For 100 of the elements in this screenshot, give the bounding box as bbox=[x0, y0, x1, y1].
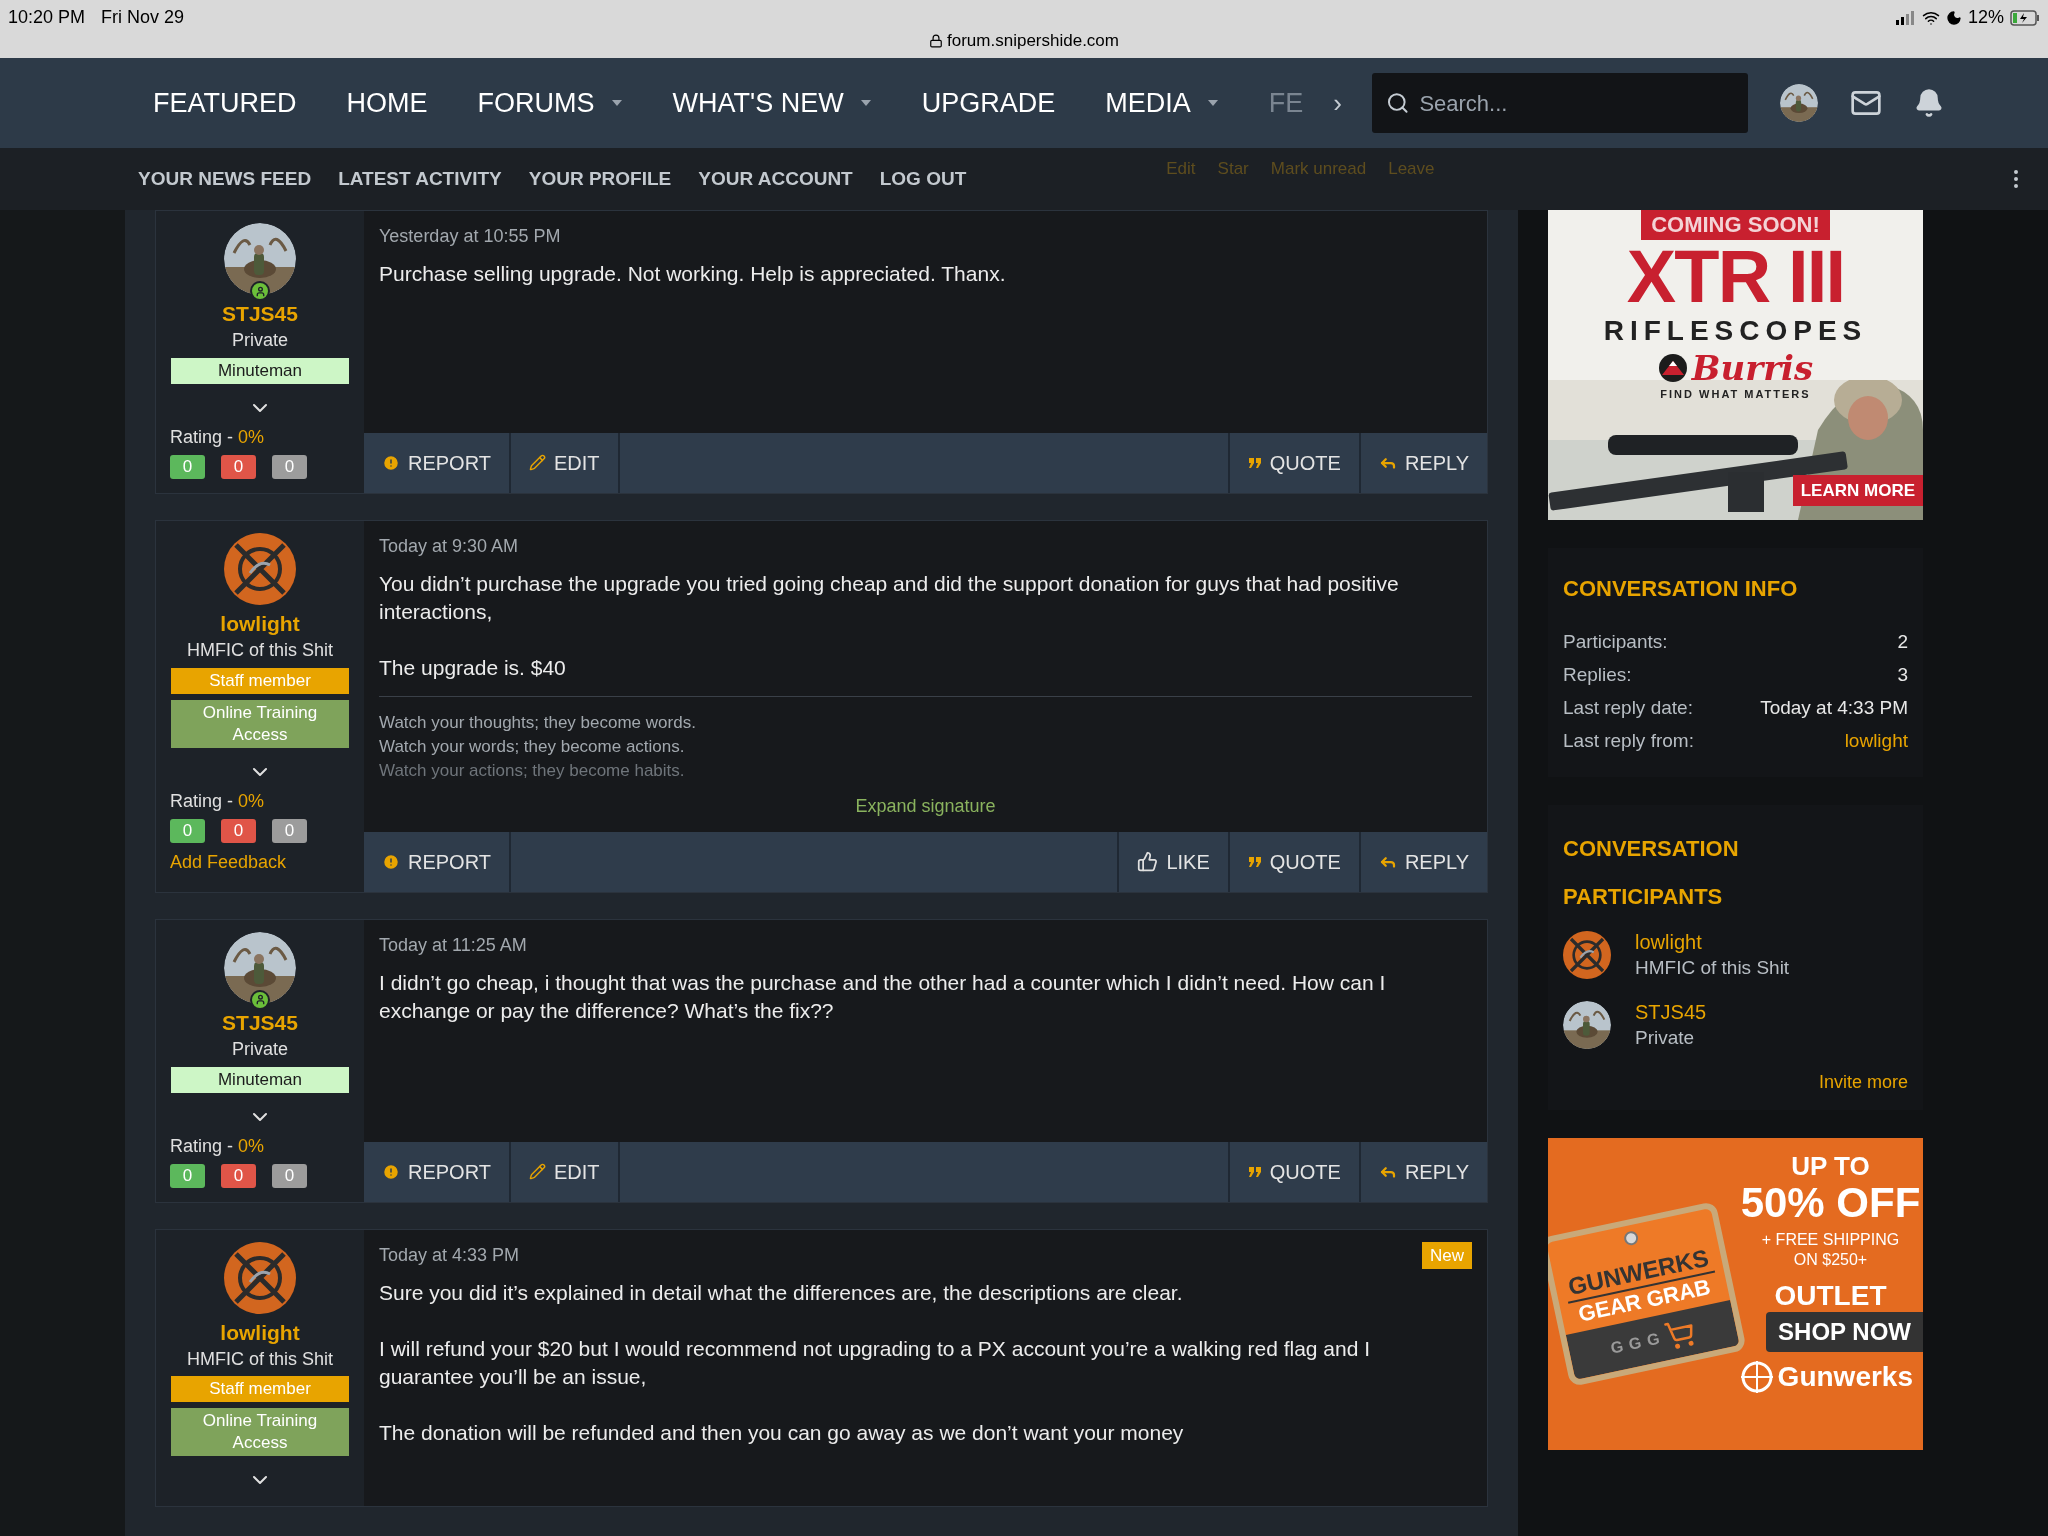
tag-letter: G bbox=[1608, 1336, 1626, 1359]
search-field[interactable]: Search... bbox=[1419, 86, 1734, 120]
feedback-count: 0 bbox=[170, 818, 205, 843]
feedback-count: 0 bbox=[272, 454, 307, 479]
invite-more-link[interactable]: Invite more bbox=[1818, 1069, 1908, 1096]
nav-tab[interactable]: UPGRADE bbox=[921, 82, 1056, 124]
shop-now-button[interactable]: SHOP NOW bbox=[1766, 1312, 1923, 1352]
quote-icon bbox=[1247, 1165, 1262, 1178]
message-text: I didn’t go cheap, i thought that was the purchase and the other had a counter which I didn’t need. How can I exchange or pay the difference? What’s the fix?? bbox=[379, 969, 1387, 1024]
crosshair-logo-icon bbox=[1739, 1360, 1774, 1394]
username[interactable]: lowlight bbox=[220, 1319, 300, 1346]
riflescope-ad[interactable]: COMING SOON! XTR III RIFLESCOPES Burris FIND WHAT MATTERS LEARN MORE bbox=[1548, 210, 1923, 520]
quote-button[interactable]: QUOTE bbox=[1227, 432, 1359, 493]
nav-more-button[interactable]: › bbox=[1333, 83, 1342, 123]
add-feedback-link[interactable]: Add Feedback bbox=[170, 848, 350, 876]
user-banner: Minuteman bbox=[171, 1066, 349, 1093]
message-text: You didn’t purchase the upgrade you tried going cheap and did the support donation for guys that had positive interactions, bbox=[379, 570, 1400, 625]
quote-icon bbox=[1247, 456, 1262, 469]
reply-button[interactable]: REPLY bbox=[1358, 831, 1487, 892]
brand-name: Burris bbox=[1691, 350, 1814, 386]
feedback-count: 0 bbox=[221, 454, 256, 479]
participant-name[interactable]: STJS45 bbox=[1635, 999, 1707, 1025]
sub-nav-link[interactable]: YOUR PROFILE bbox=[528, 164, 672, 194]
moon-icon bbox=[1945, 9, 1962, 26]
username[interactable]: lowlight bbox=[220, 610, 300, 637]
search-bar[interactable]: Search... bbox=[1371, 73, 1748, 133]
rating-text: Rating - 0% bbox=[170, 1135, 265, 1156]
quote-button[interactable]: QUOTE bbox=[1227, 831, 1359, 892]
user-banner: Online Training Access bbox=[171, 1408, 349, 1457]
info-value: Today at 4:33 PM bbox=[1760, 696, 1908, 720]
info-value: 2 bbox=[1897, 630, 1908, 654]
user-banner: Minuteman bbox=[171, 357, 349, 384]
message-text: Purchase selling upgrade. Not working. Help is appreciated. Thanx. bbox=[379, 261, 1007, 287]
mountain-logo-icon bbox=[1657, 353, 1688, 383]
logo-text: Gunwerks bbox=[1777, 1362, 1913, 1392]
search-icon bbox=[1385, 90, 1410, 116]
participant-name[interactable]: lowlight bbox=[1635, 929, 1790, 955]
report-button[interactable]: REPORT bbox=[364, 432, 511, 493]
sub-nav-link[interactable]: YOUR NEWS FEED bbox=[138, 164, 312, 194]
pencil-icon bbox=[529, 1163, 546, 1180]
nav-tab[interactable]: MEDIA bbox=[1105, 82, 1219, 124]
url-text[interactable]: forum.snipershide.com bbox=[947, 28, 1119, 54]
alert-icon bbox=[382, 852, 400, 871]
offer-amount: 50% OFF bbox=[1740, 1180, 1921, 1226]
tag-letter: G bbox=[1626, 1332, 1644, 1355]
quote-button[interactable]: QUOTE bbox=[1227, 1141, 1359, 1202]
user-title: Private bbox=[232, 1038, 288, 1061]
like-button[interactable]: LIKE bbox=[1117, 831, 1228, 892]
brand-tagline: FIND WHAT MATTERS bbox=[1660, 387, 1811, 402]
sub-nav-link[interactable]: LATEST ACTIVITY bbox=[338, 164, 502, 194]
report-button[interactable]: REPORT bbox=[364, 831, 511, 892]
post-date[interactable]: Today at 11:25 AM bbox=[379, 931, 527, 959]
lock-icon bbox=[929, 33, 943, 48]
info-label: Participants: bbox=[1563, 630, 1668, 654]
expand-signature-link[interactable]: Expand signature bbox=[855, 792, 996, 820]
feedback-count: 0 bbox=[170, 454, 205, 479]
user-banner: Staff member bbox=[171, 667, 349, 694]
nav-tab[interactable]: WHAT'S NEW bbox=[672, 82, 872, 124]
user-title: Private bbox=[232, 329, 288, 352]
info-label: Last reply from: bbox=[1563, 729, 1694, 753]
username[interactable]: STJS45 bbox=[222, 301, 298, 328]
user-banner: Online Training Access bbox=[171, 699, 349, 748]
post-date[interactable]: Today at 9:30 AM bbox=[379, 532, 519, 560]
status-time: 10:20 PM bbox=[8, 6, 86, 29]
learn-more-button[interactable]: LEARN MORE bbox=[1792, 474, 1923, 506]
feedback-count: 0 bbox=[170, 1163, 205, 1188]
pencil-icon bbox=[529, 454, 546, 472]
shipping-minimum: ON $250+ bbox=[1793, 1250, 1868, 1270]
feedback-count: 0 bbox=[272, 818, 307, 843]
tag-letter: G bbox=[1644, 1328, 1662, 1351]
sub-nav-link[interactable]: LOG OUT bbox=[879, 164, 967, 194]
nav-tab[interactable]: FEATURED bbox=[153, 82, 297, 124]
product-line: RIFLESCOPES bbox=[1603, 314, 1868, 348]
reply-button[interactable]: REPLY bbox=[1358, 1141, 1487, 1202]
username[interactable]: STJS45 bbox=[222, 1009, 298, 1036]
report-button[interactable]: REPORT bbox=[364, 1141, 511, 1202]
outlet-label: OUTLET bbox=[1774, 1280, 1887, 1312]
tag-hole-icon bbox=[1622, 1229, 1640, 1247]
message-text: I will refund your $20 but I would recommend not upgrading to a PX account you’re a walking red flag and I guarantee you’ll be an issue, bbox=[379, 1336, 1372, 1390]
participant-title: HMFIC of this Shit bbox=[1635, 956, 1790, 980]
sub-nav-link[interactable]: YOUR ACCOUNT bbox=[698, 164, 853, 194]
post-date[interactable]: Today at 4:33 PM bbox=[379, 1241, 520, 1269]
info-value: 3 bbox=[1897, 663, 1908, 687]
rating-text: Rating - 0% bbox=[170, 790, 265, 811]
info-link[interactable]: lowlight bbox=[1844, 724, 1908, 757]
edit-button[interactable]: EDIT bbox=[511, 1141, 620, 1202]
nav-tab[interactable]: FORUMS bbox=[477, 82, 623, 124]
battery-icon bbox=[2010, 9, 2040, 26]
coming-soon-label: COMING SOON! bbox=[1641, 210, 1830, 240]
thumbs-up-icon bbox=[1137, 851, 1159, 873]
panel-heading: CONVERSATION PARTICIPANTS bbox=[1563, 835, 1740, 911]
nav-tab[interactable]: HOME bbox=[346, 82, 428, 124]
rating-text: Rating - 0% bbox=[170, 426, 265, 447]
status-date: Fri Nov 29 bbox=[101, 6, 185, 29]
reply-button[interactable]: REPLY bbox=[1358, 432, 1487, 493]
panel-heading: CONVERSATION INFO bbox=[1563, 575, 1799, 603]
user-banner: Staff member bbox=[171, 1376, 349, 1403]
edit-button[interactable]: EDIT bbox=[511, 432, 620, 493]
info-label: Last reply date: bbox=[1563, 696, 1693, 720]
post-date[interactable]: Yesterday at 10:55 PM bbox=[379, 223, 561, 250]
